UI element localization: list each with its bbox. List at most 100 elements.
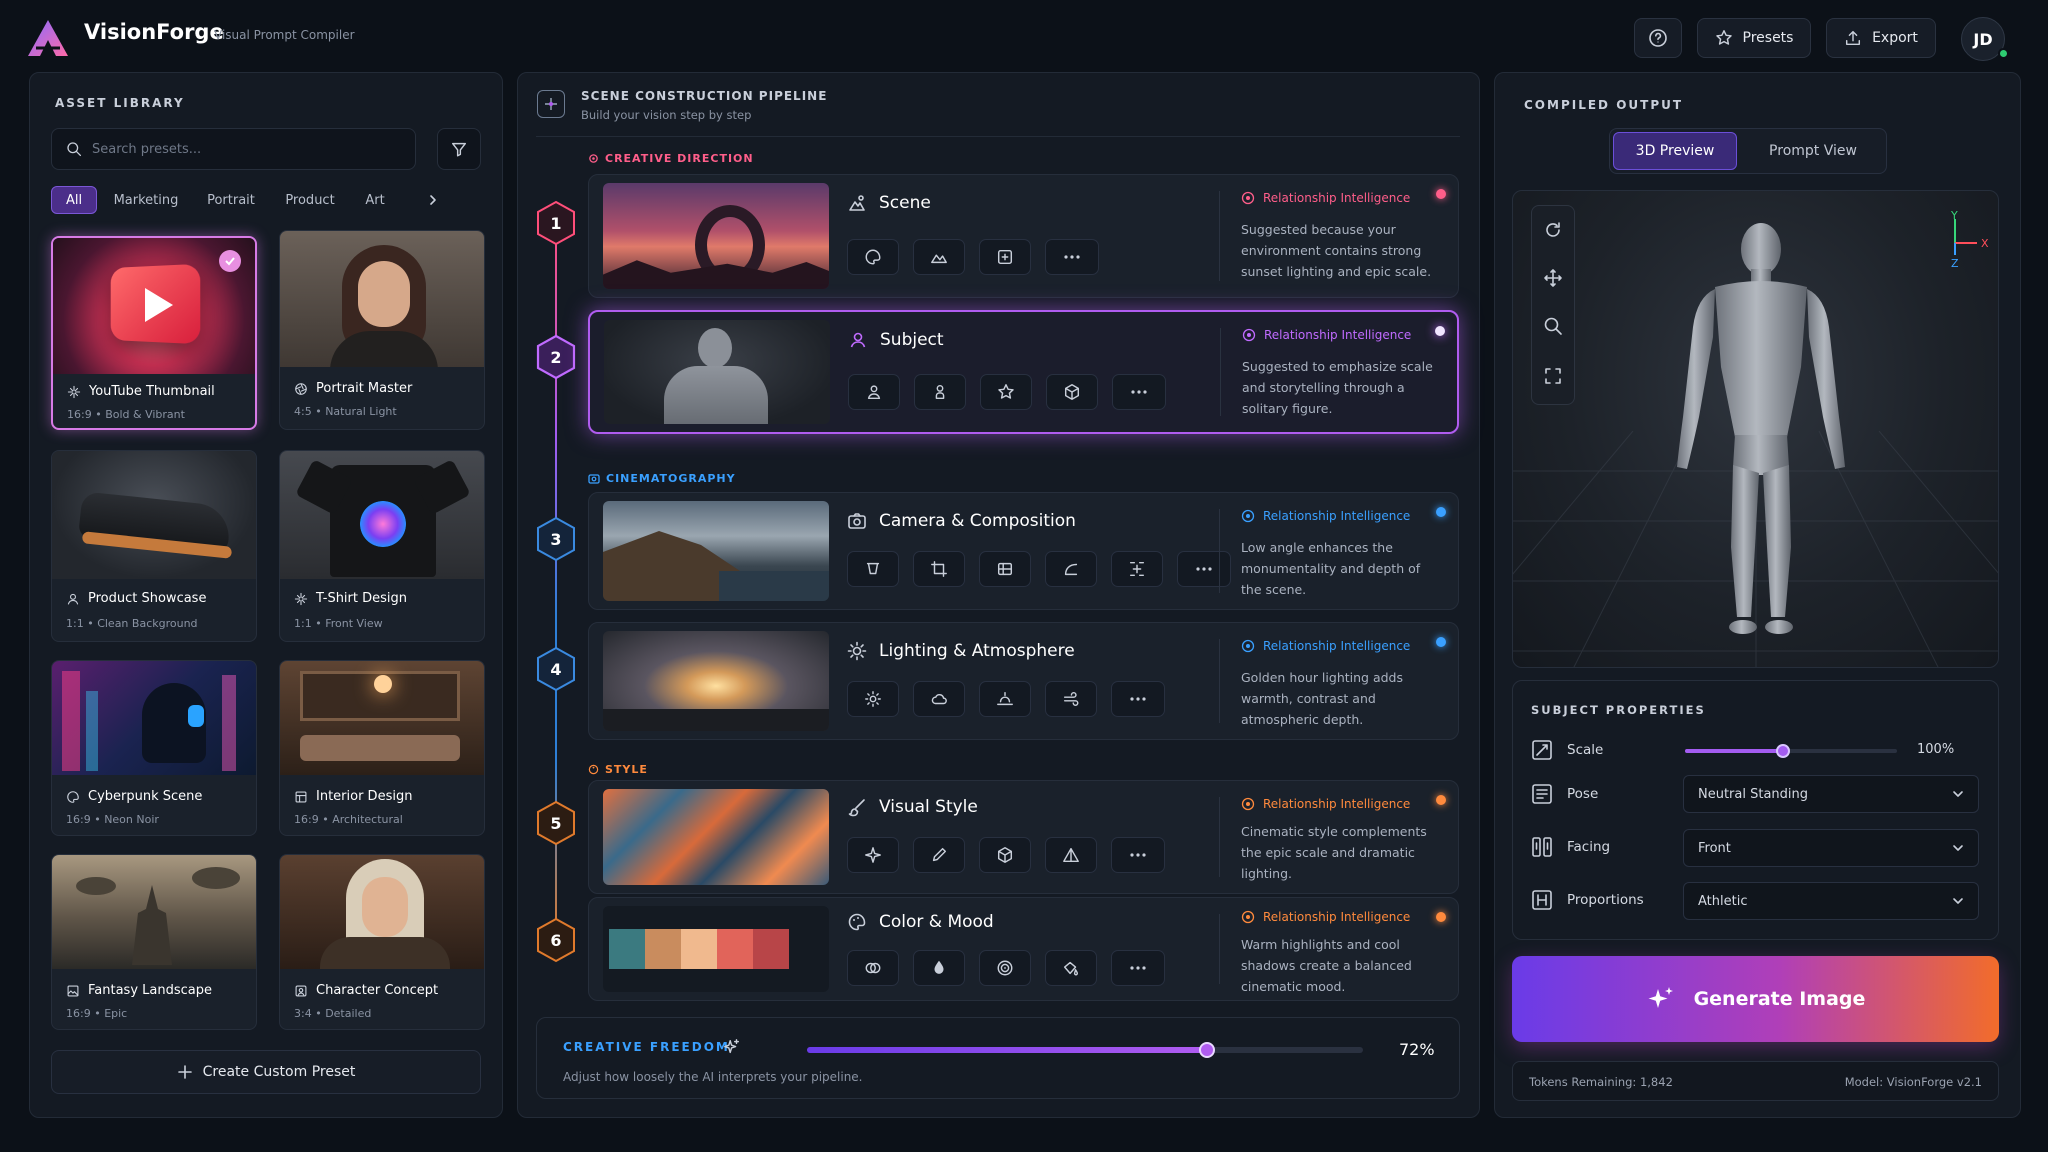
filter-chip-all[interactable]: All [51,186,97,214]
export-button[interactable]: Export [1826,18,1936,58]
preset-card-portrait-master[interactable]: Portrait Master 4:5 • Natural Light [279,230,485,430]
sun-icon [847,641,867,661]
filter-button[interactable] [437,128,481,170]
zoom-button[interactable] [1543,316,1563,336]
stage-lighting-atmosphere[interactable]: Lighting & Atmosphere Relationship Intel… [588,622,1459,740]
presets-button[interactable]: Presets [1697,18,1811,58]
preset-card-fantasy-landscape[interactable]: Fantasy Landscape 16:9 • Epic [51,854,257,1030]
facing-select[interactable]: Front [1683,829,1979,867]
more-icon [1196,567,1212,571]
camera-icon [848,513,866,529]
blend-tool[interactable] [847,950,899,986]
step-marker-3[interactable]: 3 [535,516,577,562]
search-input[interactable] [92,141,392,157]
stage-camera-composition[interactable]: Camera & Composition Relationship Intell… [588,492,1459,610]
fill-tool[interactable] [1045,950,1097,986]
preset-card-cyberpunk-scene[interactable]: Cyberpunk Scene 16:9 • Neon Noir [51,660,257,836]
preset-card-interior-design[interactable]: Interior Design 16:9 • Architectural [279,660,485,836]
filter-chip-product[interactable]: Product [278,186,342,214]
chevron-down-icon [1953,791,1963,797]
creative-freedom-slider[interactable] [807,1042,1363,1058]
filter-chip-portrait[interactable]: Portrait [200,186,262,214]
tab-3d-preview[interactable]: 3D Preview [1613,132,1737,170]
help-button[interactable] [1634,18,1682,58]
pan-button[interactable] [1543,268,1563,288]
angle-tool[interactable] [847,551,899,587]
palette-tool[interactable] [847,239,899,275]
lens-tool[interactable] [1045,551,1097,587]
drop-icon [934,960,944,974]
step-marker-2[interactable]: 2 [535,334,577,380]
slider-thumb[interactable] [1199,1042,1216,1058]
3d-preview-viewport[interactable]: Y X Z [1512,190,1999,668]
wind-tool[interactable] [1045,681,1097,717]
framing-tool[interactable] [913,551,965,587]
axis-y-label: Y [1951,209,1958,222]
generate-image-button[interactable]: Generate Image [1512,956,1999,1042]
relationship-text: Suggested because your environment conta… [1241,222,1432,279]
pose-tool[interactable] [848,374,900,410]
stage-subject[interactable]: Subject Relationship Intelligence Sugges… [588,310,1459,434]
stage-visual-style[interactable]: Visual Style Relationship Intelligence C… [588,780,1459,894]
brush-tool[interactable] [913,837,965,873]
more-icon [1130,966,1146,970]
search-box[interactable] [51,128,416,170]
relationship-text: Cinematic style complements the epic sca… [1241,824,1427,881]
axis-x-label: X [1981,237,1989,250]
preset-ratio: 16:9 [66,813,91,826]
more-options-button[interactable] [1111,950,1165,986]
filter-scroll-right[interactable] [418,186,448,214]
more-options-button[interactable] [1111,681,1165,717]
more-options-button[interactable] [1112,374,1166,410]
status-dot [1435,326,1445,336]
shape-tool[interactable] [1045,837,1097,873]
step-marker-5[interactable]: 5 [535,800,577,846]
more-options-button[interactable] [1177,551,1231,587]
stage-title: Subject [880,330,944,350]
landscape-tool[interactable] [913,239,965,275]
more-options-button[interactable] [1111,837,1165,873]
body-tool[interactable] [914,374,966,410]
pose-icon [1532,784,1552,804]
step-marker-4[interactable]: 4 [535,646,577,692]
scale-slider[interactable] [1685,744,1897,758]
preset-card-product-showcase[interactable]: Product Showcase 1:1 • Clean Background [51,450,257,642]
preset-card-youtube-thumbnail[interactable]: YouTube Thumbnail 16:9 • Bold & Vibrant [51,236,257,430]
frame-tool[interactable] [979,239,1031,275]
preset-desc: Front View [325,617,383,630]
filter-chip-art[interactable]: Art [356,186,394,214]
stage-color-mood[interactable]: Color & Mood Relationship Intelligence W… [588,897,1459,1001]
model-tool[interactable] [1046,374,1098,410]
slider-thumb[interactable] [1775,744,1790,758]
saturation-tool[interactable] [979,950,1031,986]
status-dot [1436,507,1446,517]
grid-tool[interactable] [979,551,1031,587]
preset-desc: Bold & Vibrant [105,408,185,421]
expand-icon [1545,368,1561,384]
cloud-tool[interactable] [913,681,965,717]
feature-tool[interactable] [980,374,1032,410]
pose-select[interactable]: Neutral Standing [1683,775,1979,813]
create-custom-preset-button[interactable]: Create Custom Preset [51,1050,481,1094]
stage-scene[interactable]: Scene Relationship Intelligence Suggeste… [588,174,1459,298]
relationship-text: Golden hour lighting adds warmth, contra… [1241,670,1403,727]
render-tool[interactable] [979,837,1031,873]
wind-icon [1063,692,1079,706]
pipeline-icon [537,90,565,118]
orbit-button[interactable] [1543,220,1563,240]
fullscreen-button[interactable] [1543,366,1563,386]
horizon-tool[interactable] [979,681,1031,717]
sunlight-tool[interactable] [847,681,899,717]
preset-card-tshirt-design[interactable]: T-Shirt Design 1:1 • Front View [279,450,485,642]
slider-fill [1685,749,1783,753]
step-marker-6[interactable]: 6 [535,917,577,963]
step-marker-1[interactable]: 1 [535,200,577,246]
preset-card-character-concept[interactable]: Character Concept 3:4 • Detailed [279,854,485,1030]
more-options-button[interactable] [1045,239,1099,275]
effects-tool[interactable] [847,837,899,873]
focus-tool[interactable] [1111,551,1163,587]
proportions-select[interactable]: Athletic [1683,882,1979,920]
tab-prompt-view[interactable]: Prompt View [1744,132,1882,170]
tone-tool[interactable] [913,950,965,986]
filter-chip-marketing[interactable]: Marketing [110,186,182,214]
